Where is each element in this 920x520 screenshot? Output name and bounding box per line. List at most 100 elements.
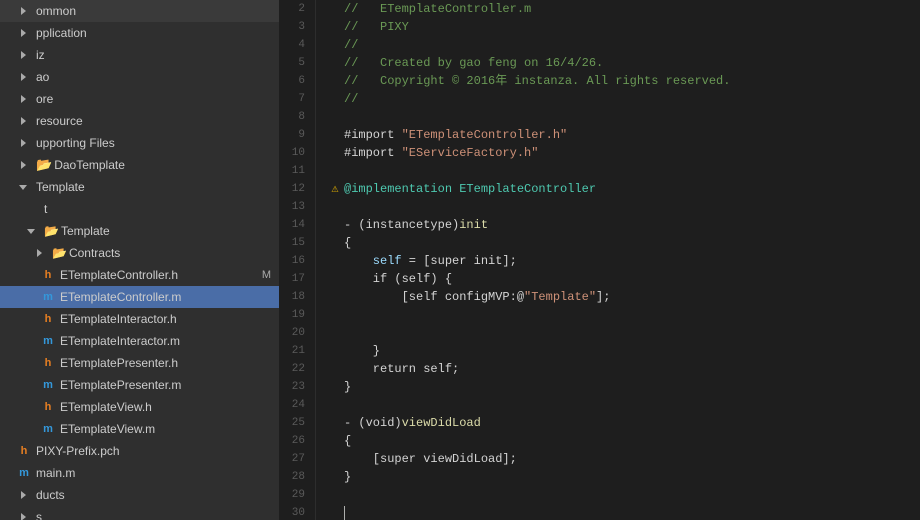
no-warning [326, 396, 344, 414]
line-content[interactable]: - (void)viewDidLoad [316, 414, 920, 432]
sidebar-item-application[interactable]: pplication [0, 22, 279, 44]
m-file-icon: m [40, 421, 56, 437]
line-content[interactable]: if (self) { [316, 270, 920, 288]
no-warning [326, 504, 344, 520]
code-token: // ETemplateController.m [344, 2, 531, 16]
sidebar-item-ducts[interactable]: ducts [0, 484, 279, 506]
modified-badge: M [262, 266, 271, 284]
code-line: 6 // Copyright © 2016年 instanza. All rig… [280, 72, 920, 90]
code-token: // [344, 92, 358, 106]
line-content[interactable]: #import "EServiceFactory.h" [316, 144, 920, 162]
line-number: 20 [280, 324, 316, 342]
line-content[interactable] [316, 162, 920, 180]
no-warning [326, 306, 344, 324]
line-number: 8 [280, 108, 316, 126]
line-content[interactable] [316, 108, 920, 126]
code-token: // [344, 38, 358, 52]
sidebar-item-label: ao [36, 68, 49, 86]
sidebar-item-template-folder[interactable]: 📂 Template [0, 220, 279, 242]
sidebar-item-label: Template [36, 178, 85, 196]
sidebar-item-label: ETemplatePresenter.h [60, 354, 178, 372]
code-line: 24 [280, 396, 920, 414]
no-warning [326, 252, 344, 270]
line-content[interactable]: // Created by gao feng on 16/4/26. [316, 54, 920, 72]
line-number: 22 [280, 360, 316, 378]
line-content[interactable]: // [316, 90, 920, 108]
line-number: 13 [280, 198, 316, 216]
sidebar-item-main[interactable]: m main.m [0, 462, 279, 484]
line-content[interactable]: #import "ETemplateController.h" [316, 126, 920, 144]
sidebar-item-etemplateinteractor-h[interactable]: h ETemplateInteractor.h [0, 308, 279, 330]
sidebar-item-common[interactable]: ommon [0, 0, 279, 22]
line-content[interactable]: } [316, 468, 920, 486]
sidebar-item-label: ETemplateInteractor.h [60, 310, 177, 328]
code-token: init [459, 218, 488, 232]
sidebar-item-t[interactable]: t [0, 198, 279, 220]
line-content[interactable] [316, 396, 920, 414]
line-number: 23 [280, 378, 316, 396]
code-editor[interactable]: 2 // ETemplateController.m3 // PIXY4 //5… [280, 0, 920, 520]
code-token: viewDidLoad [402, 416, 481, 430]
line-content[interactable]: // [316, 36, 920, 54]
sidebar-item-label: DaoTemplate [54, 156, 125, 174]
sidebar-item-etemplatecontroller-m[interactable]: m ETemplateController.m [0, 286, 279, 308]
line-content[interactable]: { [316, 234, 920, 252]
line-number: 7 [280, 90, 316, 108]
line-content[interactable]: // Copyright © 2016年 instanza. All right… [316, 72, 920, 90]
sidebar-item-label: ETemplateView.h [60, 398, 152, 416]
sidebar-item-daotemplate[interactable]: 📂 DaoTemplate [0, 154, 279, 176]
line-content[interactable]: - (instancetype)init [316, 216, 920, 234]
no-warning [326, 378, 344, 396]
line-content[interactable]: [super viewDidLoad]; [316, 450, 920, 468]
triangle-right-icon [16, 135, 32, 151]
sidebar-item-s[interactable]: s [0, 506, 279, 520]
line-content[interactable]: { [316, 432, 920, 450]
code-line: 2 // ETemplateController.m [280, 0, 920, 18]
sidebar-item-etemplatepresenter-h[interactable]: h ETemplatePresenter.h [0, 352, 279, 374]
line-content[interactable]: } [316, 378, 920, 396]
sidebar-item-label: t [44, 200, 47, 218]
sidebar-item-resource[interactable]: resource [0, 110, 279, 132]
line-content[interactable]: [self configMVP:@"Template"]; [316, 288, 920, 306]
line-content[interactable] [316, 306, 920, 324]
sidebar-item-label: s [36, 508, 42, 520]
line-content[interactable]: // PIXY [316, 18, 920, 36]
code-line: 4 // [280, 36, 920, 54]
code-token: { [344, 434, 351, 448]
sidebar-item-supporting[interactable]: upporting Files [0, 132, 279, 154]
line-content[interactable]: self = [super init]; [316, 252, 920, 270]
code-line: 13 [280, 198, 920, 216]
code-line: 17 if (self) { [280, 270, 920, 288]
line-content[interactable] [316, 198, 920, 216]
line-number: 27 [280, 450, 316, 468]
line-content[interactable] [316, 486, 920, 504]
sidebar-item-label: Contracts [69, 244, 120, 262]
no-warning [326, 162, 344, 180]
line-content[interactable] [316, 504, 920, 520]
sidebar-item-iz[interactable]: iz [0, 44, 279, 66]
sidebar-item-etemplateinteractor-m[interactable]: m ETemplateInteractor.m [0, 330, 279, 352]
sidebar-item-etemplatepresenter-m[interactable]: m ETemplatePresenter.m [0, 374, 279, 396]
line-number: 28 [280, 468, 316, 486]
line-number: 12 [280, 180, 316, 198]
sidebar-item-ao[interactable]: ao [0, 66, 279, 88]
line-content[interactable]: ⚠@implementation ETemplateController [316, 180, 920, 198]
code-token: = [super init]; [402, 254, 517, 268]
triangle-right-icon [32, 245, 48, 261]
line-content[interactable]: return self; [316, 360, 920, 378]
line-number: 15 [280, 234, 316, 252]
line-content[interactable]: } [316, 342, 920, 360]
line-content[interactable]: // ETemplateController.m [316, 0, 920, 18]
sidebar-item-etemplateview-m[interactable]: m ETemplateView.m [0, 418, 279, 440]
sidebar-item-pixy-prefix[interactable]: h PIXY-Prefix.pch [0, 440, 279, 462]
line-content[interactable] [316, 324, 920, 342]
sidebar-item-etemplateview-h[interactable]: h ETemplateView.h [0, 396, 279, 418]
code-token: #import [344, 128, 402, 142]
line-number: 25 [280, 414, 316, 432]
sidebar-item-etemplatecontroller-h[interactable]: h ETemplateController.h M [0, 264, 279, 286]
sidebar-item-ore[interactable]: ore [0, 88, 279, 110]
spacer-icon [24, 201, 40, 217]
code-line: 7 // [280, 90, 920, 108]
sidebar-item-contracts[interactable]: 📂 Contracts [0, 242, 279, 264]
sidebar-item-template-group[interactable]: Template [0, 176, 279, 198]
